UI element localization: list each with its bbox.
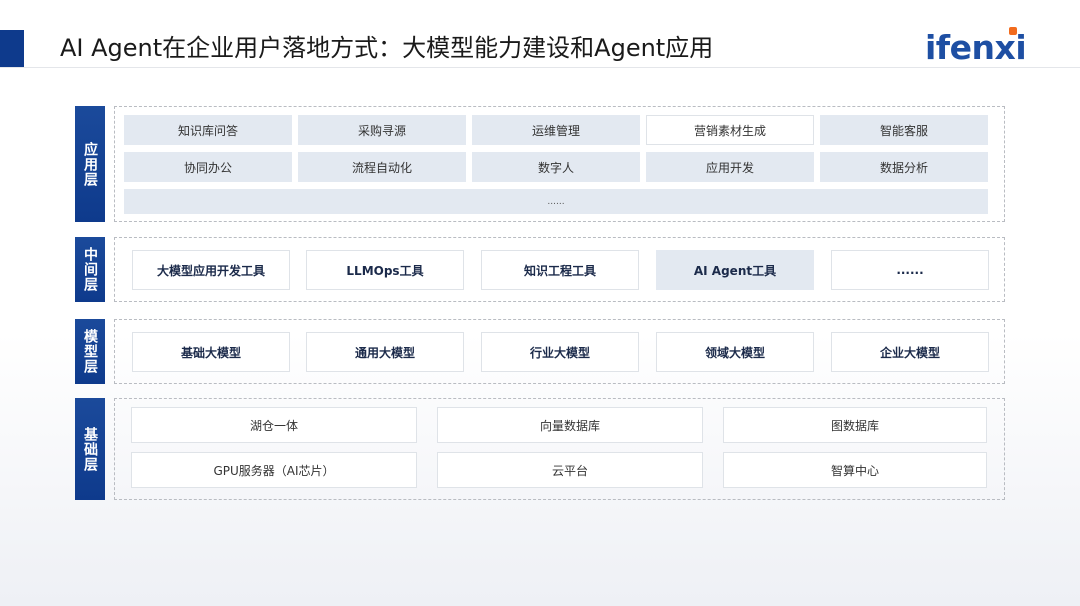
app-item-collaboration: 协同办公 [124,152,292,182]
model-item-general: 通用大模型 [306,332,464,372]
middle-item-llmops-tools: LLMOps工具 [306,250,464,290]
app-item-marketing-content: 营销素材生成 [646,115,814,145]
app-item-procurement: 采购寻源 [298,115,466,145]
title-accent-bar [0,30,24,67]
layer-label-middle: 中间层 [75,237,105,302]
base-item-lakehouse: 湖仓一体 [131,407,417,443]
model-item-industry: 行业大模型 [481,332,639,372]
base-item-vector-db: 向量数据库 [437,407,703,443]
model-item-foundation: 基础大模型 [132,332,290,372]
middle-item-more: ...... [831,250,989,290]
app-item-ops-management: 运维管理 [472,115,640,145]
layer-label-model: 模型层 [75,319,105,384]
app-item-digital-human: 数字人 [472,152,640,182]
app-item-app-development: 应用开发 [646,152,814,182]
model-item-domain: 领域大模型 [656,332,814,372]
base-layer-box: 湖仓一体 向量数据库 图数据库 GPU服务器（AI芯片） 云平台 智算中心 [114,398,1005,500]
model-layer-box: 基础大模型 通用大模型 行业大模型 领域大模型 企业大模型 [114,319,1005,384]
page-title: AI Agent在企业用户落地方式：大模型能力建设和Agent应用 [60,34,714,62]
logo-dot-icon [1009,27,1017,35]
app-item-knowledge-qa: 知识库问答 [124,115,292,145]
middle-item-ai-agent-tools: AI Agent工具 [656,250,814,290]
model-item-enterprise: 企业大模型 [831,332,989,372]
base-item-compute-center: 智算中心 [723,452,987,488]
header-divider [0,67,1080,68]
app-item-more: ...... [124,189,988,214]
app-item-data-analysis: 数据分析 [820,152,988,182]
app-item-customer-service: 智能客服 [820,115,988,145]
middle-item-llm-app-dev-tools: 大模型应用开发工具 [132,250,290,290]
base-item-gpu-server: GPU服务器（AI芯片） [131,452,417,488]
base-item-cloud-platform: 云平台 [437,452,703,488]
middle-layer-box: 大模型应用开发工具 LLMOps工具 知识工程工具 AI Agent工具 ...… [114,237,1005,302]
layer-label-base: 基础层 [75,398,105,500]
middle-item-knowledge-engineering-tools: 知识工程工具 [481,250,639,290]
app-item-process-automation: 流程自动化 [298,152,466,182]
base-item-graph-db: 图数据库 [723,407,987,443]
application-layer-box: 知识库问答 采购寻源 运维管理 营销素材生成 智能客服 协同办公 流程自动化 数… [114,106,1005,222]
layer-label-application: 应用层 [75,106,105,222]
